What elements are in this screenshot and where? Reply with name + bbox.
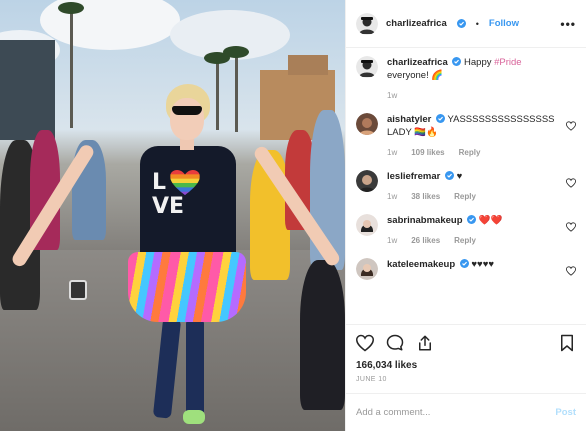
comment-item: sabrinabmakeup ❤️❤️ 1w 26 likes Reply [356,214,576,245]
heart-stripe [170,174,200,180]
comment-text: ♥♥♥♥ [471,259,494,270]
verified-badge-icon [459,259,469,268]
caption-text-end: everyone! 🌈 [387,70,444,81]
comment-likes[interactable]: 38 likes [411,192,440,201]
comment-item: aishatyler YASSSSSSSSSSSSSSS LADY 🏳️‍🌈🔥 … [356,113,576,157]
author-avatar[interactable] [356,56,378,78]
post-header: charlizeafrica • Follow ••• [346,0,586,48]
verified-badge-icon [467,215,477,224]
arm [252,144,342,269]
hashtag-link[interactable]: #Pride [494,57,521,68]
add-comment-input[interactable] [356,407,556,418]
verified-badge-icon [456,19,466,28]
like-comment-heart-icon[interactable] [566,121,576,131]
comment-time[interactable]: 1w [387,236,397,245]
share-upload-icon[interactable] [416,334,434,352]
reply-button[interactable]: Reply [459,148,481,157]
heart-stripe [170,183,200,188]
comment-time[interactable]: 1w [387,148,397,157]
reply-button[interactable]: Reply [454,236,476,245]
commenter-avatar[interactable] [356,170,378,192]
comment-bubble-icon[interactable] [386,334,404,352]
verified-badge-icon [452,57,462,66]
comment-text: ❤️❤️ [478,215,503,226]
love-shirt-print: L VE [152,170,222,218]
heart-stripe [170,187,200,193]
heart-stripe [170,170,200,175]
comment-username[interactable]: aishatyler [387,114,431,125]
post-comment-button[interactable]: Post [555,407,576,418]
rainbow-tutu [128,252,246,322]
post-photo[interactable]: L VE [0,0,345,431]
post-sidebar: charlizeafrica • Follow ••• charlizeafri… [345,0,586,431]
separator-dot: • [475,18,479,29]
like-comment-heart-icon[interactable] [566,178,576,188]
caption-text: Happy [464,57,495,68]
sunglasses [172,106,202,115]
leg [152,317,182,419]
comment-likes[interactable]: 109 likes [411,148,444,157]
commenter-avatar[interactable] [356,113,378,135]
commenter-avatar[interactable] [356,258,378,280]
like-comment-heart-icon[interactable] [566,222,576,232]
face [170,98,204,140]
shirt-letter-l: L [152,170,167,195]
add-comment-bar: Post [346,393,586,431]
comment-likes[interactable]: 26 likes [411,236,440,245]
rainbow-heart-icon [170,170,200,196]
verified-badge-icon [436,114,446,123]
likes-count[interactable]: 166,034 likes [346,360,586,371]
post-date[interactable]: June 10 [346,371,586,383]
author-username[interactable]: charlizeafrica [386,18,447,29]
caption-time[interactable]: 1w [387,91,397,100]
shirt-letters-ve: VE [152,194,185,219]
comment-username[interactable]: sabrinabmakeup [387,215,463,226]
comment-text: ♥ [456,171,463,182]
commenter-avatar[interactable] [356,214,378,236]
leg [186,318,204,418]
comment-time[interactable]: 1w [387,192,397,201]
reply-button[interactable]: Reply [454,192,476,201]
comments-list[interactable]: charlizeafrica Happy #Pride everyone! 🌈 … [346,48,586,324]
arm [9,142,97,269]
bookmark-icon[interactable] [558,334,576,352]
like-comment-heart-icon[interactable] [566,266,576,276]
comment-username[interactable]: kateleemakeup [387,259,455,270]
like-heart-icon[interactable] [356,334,374,352]
caption-username[interactable]: charlizeafrica [387,57,448,68]
instagram-post: L VE charlizeafrica • Follow ••• charliz… [0,0,586,431]
heart-stripe [170,178,200,184]
woman-figure: L VE [0,0,345,431]
phone-in-hand [69,280,87,300]
post-actions [346,324,586,360]
follow-button[interactable]: Follow [489,18,519,29]
caption: charlizeafrica Happy #Pride everyone! 🌈 … [356,56,576,100]
verified-badge-icon [444,171,454,180]
author-avatar[interactable] [356,12,378,35]
comment-username[interactable]: lesliefremar [387,171,440,182]
more-options-icon[interactable]: ••• [560,17,576,31]
comment-item: lesliefremar ♥ 1w 38 likes Reply [356,170,576,201]
sneaker [183,410,205,424]
comment-item: kateleemakeup ♥♥♥♥ [356,258,576,280]
